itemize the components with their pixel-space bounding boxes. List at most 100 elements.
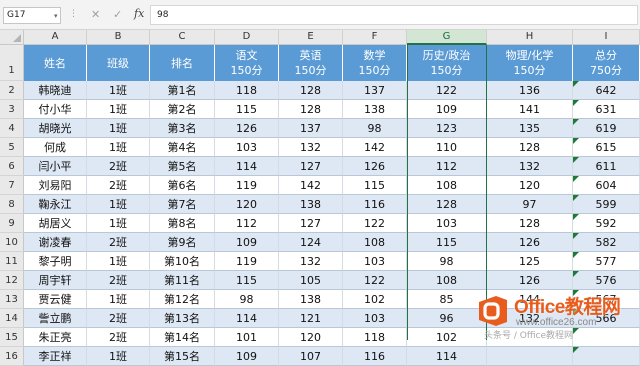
cell-f6[interactable]: 126 bbox=[343, 157, 407, 176]
cell-e2[interactable]: 128 bbox=[279, 81, 343, 100]
cell-f12[interactable]: 122 bbox=[343, 271, 407, 290]
row-header[interactable]: 6 bbox=[0, 157, 24, 176]
column-header-d[interactable]: D bbox=[215, 30, 279, 45]
cell-c13[interactable]: 第12名 bbox=[150, 290, 215, 309]
cell-a7[interactable]: 刘易阳 bbox=[24, 176, 87, 195]
cell-g16[interactable]: 114 bbox=[407, 347, 487, 366]
column-header-g[interactable]: G bbox=[407, 30, 487, 45]
cell-i7[interactable]: 604 bbox=[573, 176, 640, 195]
cell-b16[interactable]: 1班 bbox=[87, 347, 150, 366]
cell-b3[interactable]: 1班 bbox=[87, 100, 150, 119]
header-cell-e[interactable]: 英语 150分 bbox=[279, 45, 343, 81]
cell-c11[interactable]: 第10名 bbox=[150, 252, 215, 271]
cell-g13[interactable]: 85 bbox=[407, 290, 487, 309]
cell-f13[interactable]: 102 bbox=[343, 290, 407, 309]
cell-i4[interactable]: 619 bbox=[573, 119, 640, 138]
cell-a8[interactable]: 鞠永江 bbox=[24, 195, 87, 214]
cell-i2[interactable]: 642 bbox=[573, 81, 640, 100]
cell-f7[interactable]: 115 bbox=[343, 176, 407, 195]
formula-input[interactable]: 98 bbox=[150, 5, 638, 25]
cell-c6[interactable]: 第5名 bbox=[150, 157, 215, 176]
cell-f5[interactable]: 142 bbox=[343, 138, 407, 157]
cell-g7[interactable]: 108 bbox=[407, 176, 487, 195]
cell-h2[interactable]: 136 bbox=[487, 81, 573, 100]
cell-e11[interactable]: 132 bbox=[279, 252, 343, 271]
row-header[interactable]: 16 bbox=[0, 347, 24, 366]
header-cell-h[interactable]: 物理/化学 150分 bbox=[487, 45, 573, 81]
row-header[interactable]: 9 bbox=[0, 214, 24, 233]
cell-h10[interactable]: 126 bbox=[487, 233, 573, 252]
cell-g15[interactable]: 102 bbox=[407, 328, 487, 347]
column-header-i[interactable]: I bbox=[573, 30, 640, 45]
cell-g12[interactable]: 108 bbox=[407, 271, 487, 290]
cell-e4[interactable]: 137 bbox=[279, 119, 343, 138]
cell-a3[interactable]: 付小华 bbox=[24, 100, 87, 119]
cell-d16[interactable]: 109 bbox=[215, 347, 279, 366]
cell-e7[interactable]: 142 bbox=[279, 176, 343, 195]
column-header-h[interactable]: H bbox=[487, 30, 573, 45]
header-cell-g[interactable]: 历史/政治 150分 bbox=[407, 45, 487, 81]
cell-b4[interactable]: 1班 bbox=[87, 119, 150, 138]
cell-c3[interactable]: 第2名 bbox=[150, 100, 215, 119]
header-cell-i[interactable]: 总分 750分 bbox=[573, 45, 640, 81]
cell-e3[interactable]: 128 bbox=[279, 100, 343, 119]
cell-e10[interactable]: 124 bbox=[279, 233, 343, 252]
cell-a13[interactable]: 贾云健 bbox=[24, 290, 87, 309]
cell-d4[interactable]: 126 bbox=[215, 119, 279, 138]
cell-b13[interactable]: 1班 bbox=[87, 290, 150, 309]
cell-h6[interactable]: 132 bbox=[487, 157, 573, 176]
cell-b2[interactable]: 1班 bbox=[87, 81, 150, 100]
cell-a14[interactable]: 訾立鹏 bbox=[24, 309, 87, 328]
header-cell-c[interactable]: 排名 bbox=[150, 45, 215, 81]
cell-c4[interactable]: 第3名 bbox=[150, 119, 215, 138]
cell-c10[interactable]: 第9名 bbox=[150, 233, 215, 252]
cell-c2[interactable]: 第1名 bbox=[150, 81, 215, 100]
cell-g9[interactable]: 103 bbox=[407, 214, 487, 233]
row-header[interactable]: 4 bbox=[0, 119, 24, 138]
cell-e12[interactable]: 105 bbox=[279, 271, 343, 290]
cell-f4[interactable]: 98 bbox=[343, 119, 407, 138]
cell-d7[interactable]: 119 bbox=[215, 176, 279, 195]
cell-e6[interactable]: 127 bbox=[279, 157, 343, 176]
cell-e8[interactable]: 138 bbox=[279, 195, 343, 214]
cell-f8[interactable]: 116 bbox=[343, 195, 407, 214]
cell-d15[interactable]: 101 bbox=[215, 328, 279, 347]
cell-e9[interactable]: 127 bbox=[279, 214, 343, 233]
cell-f3[interactable]: 138 bbox=[343, 100, 407, 119]
cell-i3[interactable]: 631 bbox=[573, 100, 640, 119]
cell-b10[interactable]: 2班 bbox=[87, 233, 150, 252]
cell-a15[interactable]: 朱正亮 bbox=[24, 328, 87, 347]
column-header-c[interactable]: C bbox=[150, 30, 215, 45]
cell-f14[interactable]: 103 bbox=[343, 309, 407, 328]
column-header-b[interactable]: B bbox=[87, 30, 150, 45]
cell-d3[interactable]: 115 bbox=[215, 100, 279, 119]
cell-d12[interactable]: 115 bbox=[215, 271, 279, 290]
cell-f2[interactable]: 137 bbox=[343, 81, 407, 100]
cell-c5[interactable]: 第4名 bbox=[150, 138, 215, 157]
cell-g8[interactable]: 128 bbox=[407, 195, 487, 214]
cell-h8[interactable]: 97 bbox=[487, 195, 573, 214]
cell-c15[interactable]: 第14名 bbox=[150, 328, 215, 347]
cell-b7[interactable]: 2班 bbox=[87, 176, 150, 195]
formula-bar-grip-icon[interactable]: ⋮ bbox=[69, 9, 78, 19]
cell-f16[interactable]: 116 bbox=[343, 347, 407, 366]
cell-i16[interactable] bbox=[573, 347, 640, 366]
column-header-e[interactable]: E bbox=[279, 30, 343, 45]
cell-b15[interactable]: 2班 bbox=[87, 328, 150, 347]
cell-a6[interactable]: 闫小平 bbox=[24, 157, 87, 176]
cell-d10[interactable]: 109 bbox=[215, 233, 279, 252]
cell-i6[interactable]: 611 bbox=[573, 157, 640, 176]
cell-b9[interactable]: 1班 bbox=[87, 214, 150, 233]
cell-i5[interactable]: 615 bbox=[573, 138, 640, 157]
cell-h16[interactable] bbox=[487, 347, 573, 366]
header-cell-b[interactable]: 班级 bbox=[87, 45, 150, 81]
cell-d11[interactable]: 119 bbox=[215, 252, 279, 271]
cell-c7[interactable]: 第6名 bbox=[150, 176, 215, 195]
cell-d9[interactable]: 112 bbox=[215, 214, 279, 233]
header-cell-d[interactable]: 语文 150分 bbox=[215, 45, 279, 81]
row-header[interactable]: 5 bbox=[0, 138, 24, 157]
cell-a5[interactable]: 何成 bbox=[24, 138, 87, 157]
cell-f11[interactable]: 103 bbox=[343, 252, 407, 271]
row-header[interactable]: 2 bbox=[0, 81, 24, 100]
cell-a16[interactable]: 李正祥 bbox=[24, 347, 87, 366]
